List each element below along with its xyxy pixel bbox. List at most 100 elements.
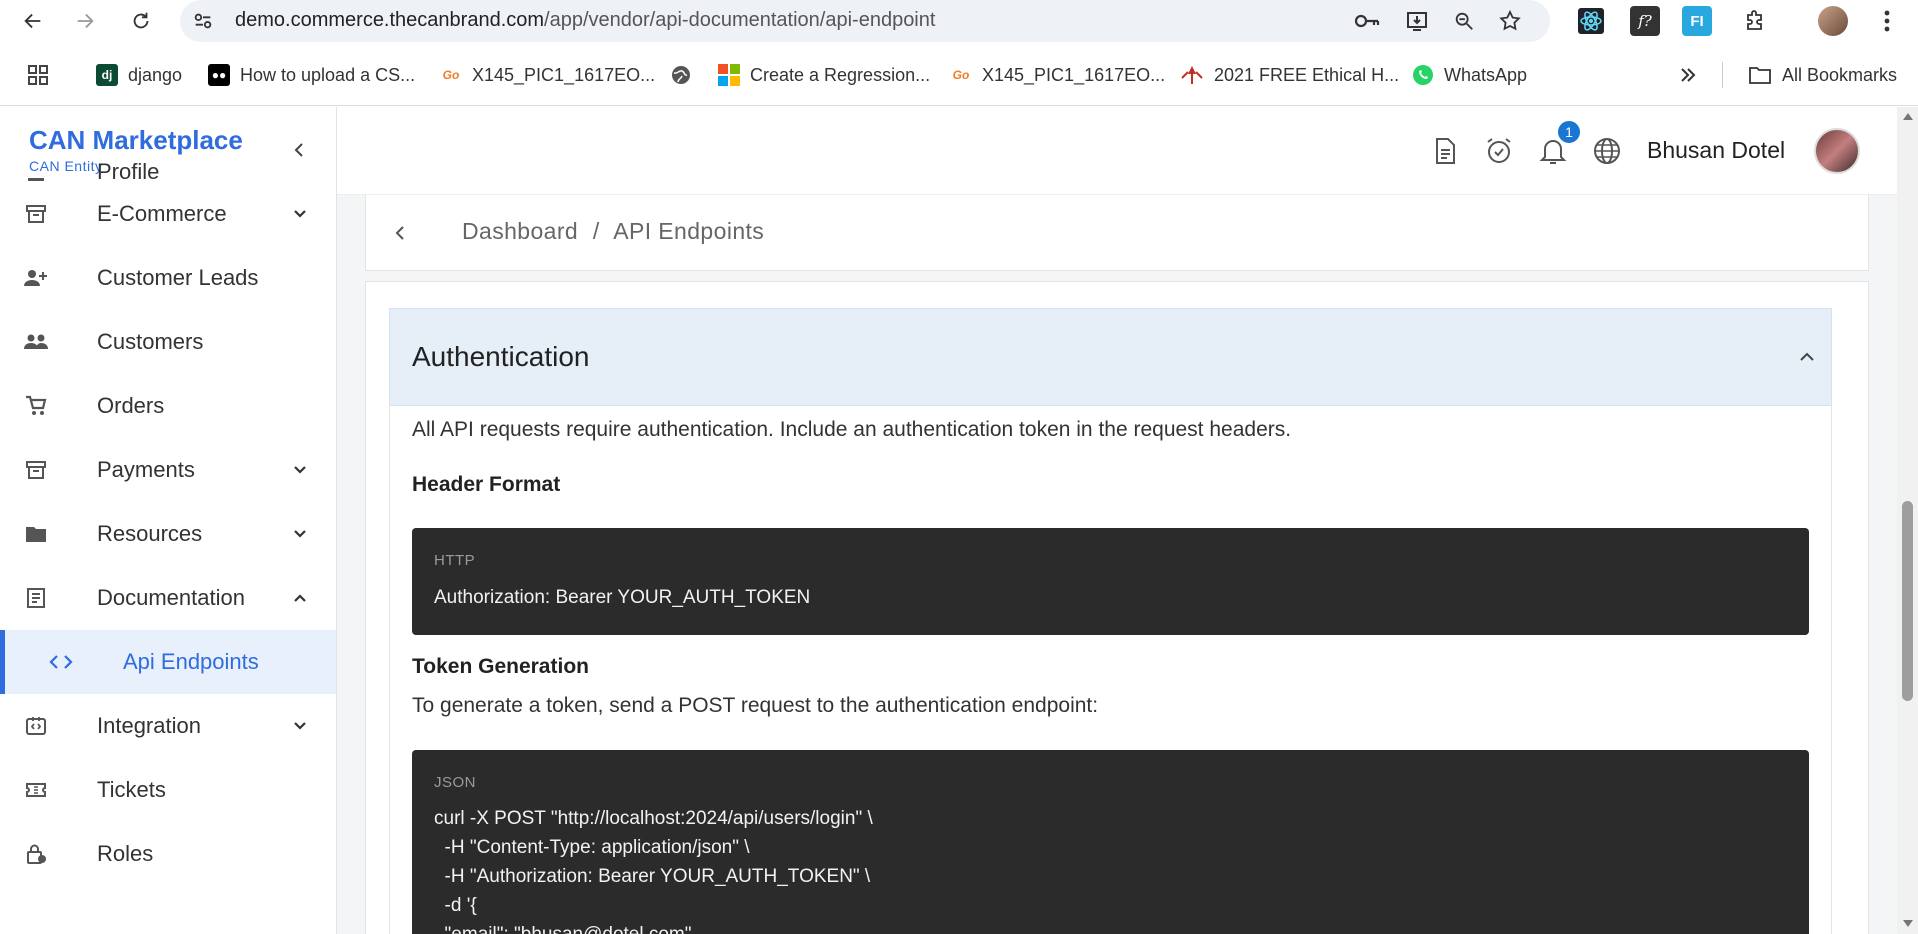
sidebar-item-label: Customers [97,329,204,354]
all-bookmarks[interactable]: All Bookmarks [1748,62,1897,88]
profile-avatar-icon[interactable] [1818,6,1848,36]
code-language-label: HTTP [434,552,476,569]
more-bookmarks-icon[interactable] [1678,62,1698,88]
go-icon: Go [950,64,972,86]
sidebar-item-e-commerce[interactable]: E-Commerce [0,182,336,246]
notification-badge: 1 [1556,119,1582,145]
zoom-icon[interactable] [1449,6,1479,36]
whatsapp-icon [1413,65,1433,85]
install-app-icon[interactable] [1402,6,1432,36]
token-generation-heading: Token Generation [412,655,589,678]
sidebar-item-orders[interactable]: Orders [0,374,336,438]
chevron-up-icon [288,586,312,610]
globe-icon [672,66,690,84]
chevron-down-icon [288,458,312,482]
code-line: curl -X POST "http://localhost:2024/api/… [434,808,873,829]
language-globe-icon[interactable] [1591,135,1623,167]
archive-box-icon [22,200,50,228]
sidebar-item-payments[interactable]: Payments [0,438,336,502]
breadcrumb-separator: / [592,218,600,244]
sidebar-item-label: Roles [97,841,154,866]
document-icon[interactable] [1429,135,1461,167]
sidebar-item-customers[interactable]: Customers [0,310,336,374]
sidebar-item-integration[interactable]: Integration [0,694,336,758]
scroll-up-icon[interactable] [1902,111,1913,121]
apps-grid-icon[interactable] [26,62,50,88]
django-icon: dj [96,64,118,86]
section-title: Authentication [412,341,590,372]
user-name[interactable]: Bhusan Dotel [1647,137,1785,164]
alarm-check-icon[interactable] [1483,135,1515,167]
reload-icon[interactable] [126,6,156,36]
avatar[interactable] [1814,128,1860,174]
forward-icon[interactable] [70,6,100,36]
breadcrumb-dashboard[interactable]: Dashboard [462,218,578,244]
header-format-heading: Header Format [412,473,561,496]
scroll-down-icon[interactable] [1902,919,1913,929]
sidebar-item-label: Documentation [97,585,245,610]
breadcrumb-current: API Endpoints [613,218,765,244]
sidebar-item-label: Customer Leads [97,265,259,290]
breadcrumb: Dashboard / API Endpoints [462,218,764,245]
url-text: demo.commerce.thecanbrand.com/app/vendor… [235,9,936,31]
hacker-logo-icon [1181,66,1203,84]
token-generation-text: To generate a token, send a POST request… [412,694,1099,717]
code-line: -H "Content-Type: application/json" \ [434,837,750,858]
fi-extension-icon[interactable]: FI [1682,6,1712,36]
extensions-puzzle-icon[interactable] [1740,6,1770,36]
code-language-label: JSON [434,774,477,791]
code-line: Authorization: Bearer YOUR_AUTH_TOKEN [434,587,811,608]
cart-icon [22,392,50,420]
font-extension-icon[interactable]: f? [1630,6,1660,36]
bookmark-star-icon[interactable] [1495,6,1525,36]
people-icon [22,328,50,356]
site-settings-icon[interactable] [188,6,218,36]
sidebar-item-label: Tickets [97,777,166,802]
bookmark-x145-1[interactable]: Go X145_PIC1_1617EO... [440,62,655,88]
document-icon [22,584,50,612]
sidebar-item-label: Api Endpoints [123,649,259,674]
sidebar-item-label: Resources [97,521,203,546]
bookmark-whatsapp[interactable]: WhatsApp [1412,62,1527,88]
sidebar-item-label: Integration [97,713,201,738]
go-icon: Go [440,64,462,86]
breadcrumb-card: Dashboard / API Endpoints [365,195,1869,271]
lock-person-icon [22,840,50,868]
chevron-up-icon[interactable] [1793,343,1821,371]
intro-text: All API requests require authentication.… [412,418,1292,441]
scrollbar-thumb[interactable] [1902,501,1913,701]
sidebar-item-roles[interactable]: Roles [0,822,336,886]
react-devtools-icon[interactable] [1576,6,1606,36]
bookmark-medium[interactable]: ●● How to upload a CS... [208,62,415,88]
sidebar-item-customer-leads[interactable]: Customer Leads [0,246,336,310]
chevron-down-icon [288,522,312,546]
sidebar-item-documentation[interactable]: Documentation [0,566,336,630]
bookmark-django[interactable]: dj django [96,62,182,88]
code-line: -d '{ [434,895,477,916]
code-line: -H "Authorization: Bearer YOUR_AUTH_TOKE… [434,866,871,887]
page-scrollbar[interactable] [1897,107,1918,934]
main-content: Dashboard / API Endpoints Authentication… [337,195,1897,934]
sidebar: CAN Marketplace CAN Entity Profile E-Com… [0,107,337,934]
back-chevron-icon[interactable] [386,219,414,247]
code-icon [47,648,75,676]
bookmarks-divider [1722,62,1723,88]
bookmark-globe[interactable] [670,62,702,88]
bookmark-x145-2[interactable]: Go X145_PIC1_1617EO... [950,62,1165,88]
sidebar-item-tickets[interactable]: Tickets [0,758,336,822]
chevron-down-icon [288,714,312,738]
folder-icon [22,520,50,548]
browser-menu-icon[interactable] [1872,6,1902,36]
accordion-header-authentication[interactable]: Authentication [389,308,1832,406]
bookmark-regression[interactable]: Create a Regression... [718,62,930,88]
code-block-http: HTTP Authorization: Bearer YOUR_AUTH_TOK… [412,528,1809,635]
bookmark-ethical-hacking[interactable]: 2021 FREE Ethical H... [1180,62,1399,88]
medium-icon: ●● [208,64,230,86]
ticket-icon [22,776,50,804]
back-icon[interactable] [18,6,48,36]
sidebar-item-api-endpoints[interactable]: Api Endpoints [0,630,336,694]
browser-toolbar: demo.commerce.thecanbrand.com/app/vendor… [0,0,1918,42]
password-key-icon[interactable] [1352,6,1382,36]
sidebar-item-resources[interactable]: Resources [0,502,336,566]
documentation-panel: Authentication All API requests require … [365,281,1869,934]
